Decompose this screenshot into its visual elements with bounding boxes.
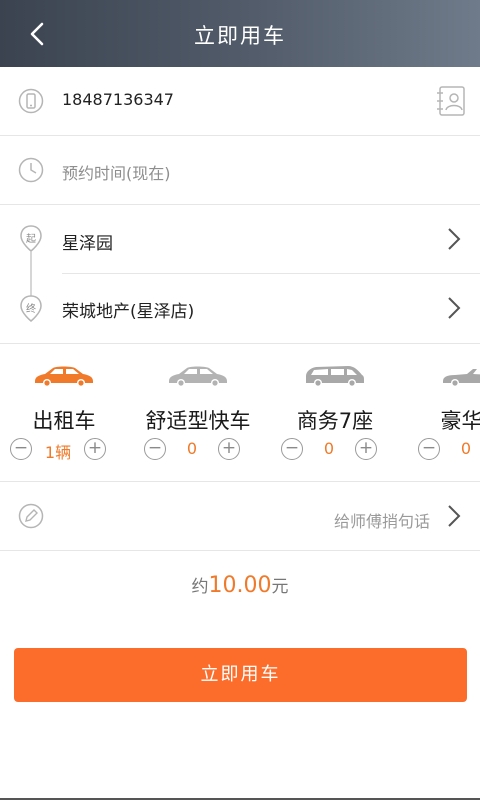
car-option-taxi[interactable]: 出租车 − 1辆 + (0, 345, 134, 482)
phone-input[interactable]: 18487136347 (62, 90, 174, 109)
chevron-right-icon (448, 228, 461, 250)
top-nav-bar: 立即用车 (0, 0, 480, 67)
decrease-button[interactable]: − (10, 438, 32, 460)
quantity-stepper: − 0 + (402, 438, 480, 464)
divider (0, 550, 480, 551)
start-marker-label: 起 (26, 234, 36, 245)
quantity-stepper: − 1辆 + (0, 438, 134, 464)
price-prefix: 约 (191, 577, 209, 597)
car-option-comfort[interactable]: 舒适型快车 − 0 + (128, 345, 268, 482)
quantity-value: 0 (186, 439, 198, 458)
phone-row[interactable]: 18487136347 (0, 67, 480, 135)
mpv-icon (306, 366, 364, 387)
decrease-button[interactable]: − (418, 438, 440, 460)
request-car-button[interactable]: 立即用车 (14, 648, 467, 702)
quantity-value: 0 (323, 439, 335, 458)
quantity-stepper: − 0 + (265, 438, 405, 464)
convertible-icon (443, 369, 480, 387)
start-location: 星泽园 (62, 234, 113, 254)
sedan-icon (169, 366, 227, 387)
chevron-right-icon (448, 505, 461, 527)
car-type-name: 出租车 (32, 409, 96, 433)
decrease-button[interactable]: − (281, 438, 303, 460)
quantity-value: 0 (460, 439, 472, 458)
car-type-selector: 出租车 − 1辆 + 舒适型快车 − 0 + 商务7座 − 0 + 豪华 − 0 (0, 345, 480, 482)
time-field[interactable]: 预约时间(现在) (62, 160, 171, 184)
time-row[interactable]: 预约时间(现在) (0, 136, 480, 204)
quantity-value: 1辆 (44, 443, 72, 462)
car-option-business-7[interactable]: 商务7座 − 0 + (265, 345, 405, 482)
start-location-row[interactable]: 星泽园 (48, 205, 480, 273)
contacts-icon[interactable] (436, 85, 468, 117)
increase-button[interactable]: + (355, 438, 377, 460)
phone-icon (18, 88, 44, 114)
quantity-stepper: − 0 + (128, 438, 268, 464)
increase-button[interactable]: + (218, 438, 240, 460)
end-marker-label: 终 (26, 304, 36, 315)
car-type-name: 豪华型 (440, 409, 480, 433)
price-amount: 10.00 (208, 573, 272, 598)
pencil-icon (18, 503, 44, 529)
car-type-name: 商务7座 (296, 409, 374, 433)
decrease-button[interactable]: − (144, 438, 166, 460)
chevron-right-icon (448, 297, 461, 319)
price-suffix: 元 (271, 577, 289, 597)
car-option-luxury[interactable]: 豪华型 − 0 + (402, 345, 480, 482)
divider (0, 343, 480, 344)
message-to-driver[interactable]: 给师傅捎句话 (334, 508, 430, 532)
clock-icon (18, 157, 44, 183)
price-estimate: 约10.00元 (0, 572, 480, 598)
car-type-name: 舒适型快车 (145, 409, 251, 433)
route-block: 起 终 星泽园 荣城地产(星泽店) (0, 205, 480, 343)
sedan-icon (35, 366, 93, 387)
increase-button[interactable]: + (84, 438, 106, 460)
end-location: 荣城地产(星泽店) (62, 302, 195, 322)
end-location-row[interactable]: 荣城地产(星泽店) (48, 274, 480, 342)
page-title: 立即用车 (194, 24, 286, 48)
